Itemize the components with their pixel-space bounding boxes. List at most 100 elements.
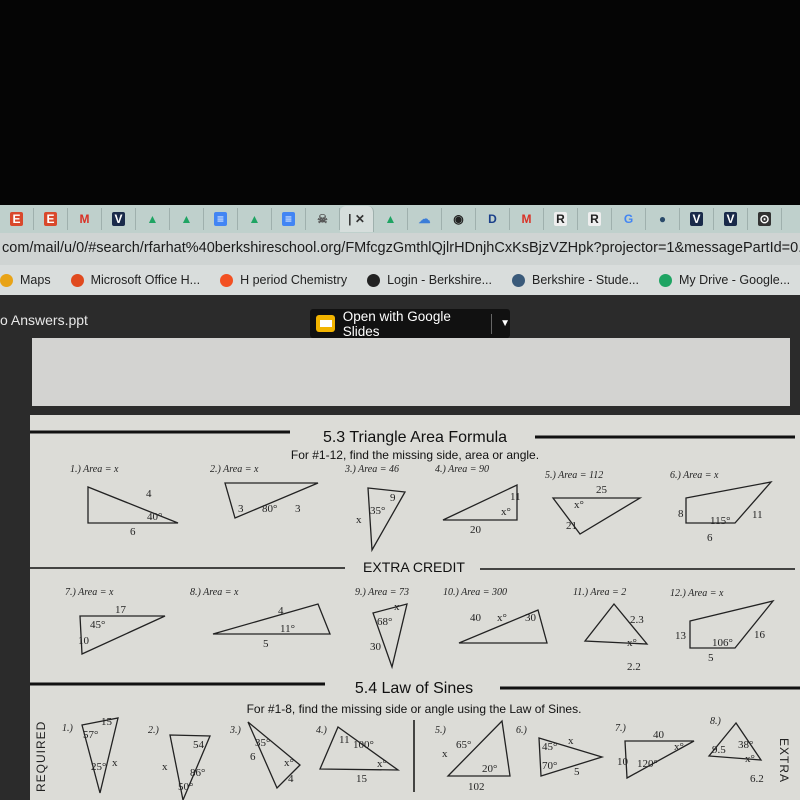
section-title: 5.3 Triangle Area Formula	[323, 429, 507, 446]
figure-measure: 40	[653, 729, 665, 741]
figure-measure: 10	[617, 756, 629, 768]
problem-label: 7.) Area = x	[65, 587, 114, 598]
figure-measure: x	[442, 748, 448, 760]
problem-label: 4.)	[316, 725, 328, 736]
figure-measure: 3	[238, 503, 244, 515]
section-subtitle: For #1-12, find the missing side, area o…	[291, 448, 539, 462]
figure-measure: 9	[390, 492, 396, 504]
figure-measure: 120°	[637, 758, 658, 770]
problem: 3.) 35° 6 x° 4	[229, 721, 301, 790]
figure-measure: x°	[284, 757, 294, 769]
problem: 7.) Area = x17 45°10	[65, 587, 166, 655]
figure-measure: 21	[566, 520, 577, 532]
figure-measure: x	[356, 514, 362, 526]
figure-measure: 115°	[710, 515, 731, 527]
figure-measure: 4	[278, 605, 284, 617]
figure-measure: x°	[674, 741, 684, 753]
problem: 2.) Area = x 3 80° 3	[210, 464, 319, 519]
figure-measure: 15	[101, 716, 113, 728]
figure-measure: 45°	[542, 741, 557, 753]
problem-label: 5.) Area = 112	[545, 470, 603, 481]
figure-measure: 6	[130, 526, 136, 538]
required-label: REQUIRED	[34, 721, 48, 792]
problem-label: 1.) Area = x	[70, 464, 119, 475]
figure-measure: 30	[525, 612, 537, 624]
figure-measure: 2.2	[627, 661, 641, 673]
problem-label: 2.) Area = x	[210, 464, 259, 475]
problem-label: 7.)	[615, 723, 627, 734]
figure-measure: 4	[146, 488, 152, 500]
problem-label: 9.) Area = 73	[355, 587, 409, 598]
problem-label: 8.)	[710, 716, 722, 727]
problem-label: 4.) Area = 90	[435, 464, 489, 475]
figure-measure: 65°	[456, 739, 471, 751]
figure-measure: x	[112, 757, 118, 769]
figure-measure: 4	[288, 773, 294, 785]
figure-measure: 20°	[482, 763, 497, 775]
figure-measure: 17	[115, 604, 127, 616]
figure-measure: 35°	[255, 737, 270, 749]
problem-label: 6.) Area = x	[670, 470, 719, 481]
law-of-sines-problems: 1.)1557°25° x2.)54x 86°50°3.)35°6 x°44.)11 1…	[62, 716, 764, 800]
problem-label: 8.) Area = x	[190, 587, 239, 598]
figure-measure: 40	[470, 612, 482, 624]
figure-measure: 13	[675, 630, 687, 642]
figure-measure: 9.5	[712, 744, 726, 756]
figure-measure: x	[568, 735, 574, 747]
figure-measure: 102	[468, 781, 485, 793]
figure-measure: 6.2	[750, 773, 764, 785]
problem: 4.) Area = 90 11 x° 20	[435, 464, 521, 536]
section-subtitle: For #1-8, find the missing side or angle…	[247, 702, 582, 716]
figure-measure: 57°	[83, 729, 98, 741]
figure-measure: 35°	[370, 505, 385, 517]
problem-label: 5.)	[435, 725, 447, 736]
figure-measure: 68°	[377, 616, 392, 628]
figure-measure: 6	[707, 532, 713, 544]
figure-measure: 6	[250, 751, 256, 763]
problem: 8.) 38° 9.5 x° 6.2	[707, 716, 764, 785]
problem: 5.) Area = 112 25 x° 21	[545, 470, 643, 535]
figure-measure: x°	[501, 506, 511, 518]
figure-measure: 100°	[353, 739, 374, 751]
problem-label: 3.) Area = 46	[344, 464, 399, 475]
problem: 1.) 1557° 25° x	[62, 716, 119, 794]
figure-measure: 8	[678, 508, 684, 520]
figure-measure: 25	[596, 484, 608, 496]
problem: 6.) Area = x 8 115° 11 6	[670, 470, 773, 544]
figure-measure: x	[394, 601, 400, 613]
extra-credit-title: EXTRA CREDIT	[363, 559, 465, 575]
figure-measure: 106°	[712, 637, 733, 649]
figure-measure: 16	[754, 629, 766, 641]
problem-label: 6.)	[516, 725, 528, 736]
problem: 1.) Area = x 4 40° 6	[70, 464, 179, 538]
triangle-figure	[212, 603, 331, 635]
figure-measure: 70°	[542, 760, 557, 772]
problem: 9.) Area = 73 x68° 30	[355, 587, 409, 670]
figure-measure: 30	[370, 641, 382, 653]
figure-measure: 11	[339, 734, 350, 746]
problem: 3.) Area = 46 9 35° x	[344, 464, 407, 553]
figure-measure: 45°	[90, 619, 105, 631]
figure-measure: 50°	[178, 781, 193, 793]
problem: 7.) 40 x° 10 120°	[615, 723, 695, 780]
figure-measure: 54	[193, 739, 205, 751]
figure-measure: 11	[510, 491, 521, 503]
problem: 12.) Area = x 13 106° 16 5	[670, 588, 775, 664]
figure-measure: x°	[377, 758, 387, 770]
section-title: 5.4 Law of Sines	[355, 680, 473, 697]
figure-measure: 40°	[147, 511, 162, 523]
figure-measure: 15	[356, 773, 368, 785]
problem-label: 3.)	[229, 725, 242, 736]
figure-measure: 5	[708, 652, 714, 664]
figure-measure: x°	[745, 753, 755, 765]
figure-measure: 25°	[91, 761, 106, 773]
triangle-figure	[87, 486, 179, 524]
figure-measure: x	[162, 761, 168, 773]
figure-measure: 38°	[738, 739, 753, 751]
problem: 2.) 54 x 86° 50°	[148, 725, 211, 800]
figure-measure: x°	[574, 499, 584, 511]
figure-measure: 5	[263, 638, 269, 650]
figure-measure: 3	[295, 503, 301, 515]
problem-label: 1.)	[62, 723, 74, 734]
triangle-figure	[372, 603, 408, 670]
